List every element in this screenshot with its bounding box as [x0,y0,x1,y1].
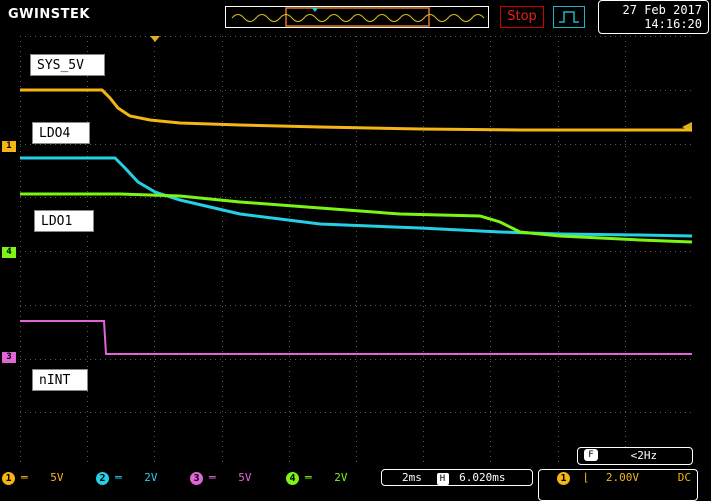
ch1-marker[interactable]: 1 [2,141,16,152]
brand-logo: GWINSTEK [8,7,90,22]
frequency-counter: F <2Hz [577,447,693,465]
trace-nint [20,320,692,355]
trigger-info[interactable]: 1 ⌊ 2.00V DC [538,469,698,501]
time-text: 14:16:20 [644,17,702,31]
square-wave-icon [559,11,579,23]
ch3-info[interactable]: 3 ═ 5V [190,469,252,486]
datetime-display: 27 Feb 2017 14:16:20 [598,0,709,34]
trace-label-ldo1: LDO1 [34,210,94,232]
waveform-grid [20,36,692,466]
trace-label-sys5v: SYS_5V [30,54,105,76]
freq-value: <2Hz [630,449,658,462]
ch1-info[interactable]: 1 ═ 5V [2,469,64,486]
run-stop-button[interactable]: Stop [500,6,544,28]
ch3-marker[interactable]: 3 [2,352,16,363]
h-position-icon: H [436,473,449,485]
trigger-source: 1 [557,472,570,485]
timebase-value: 2ms [402,471,422,484]
trigger-coupling: DC [677,471,691,484]
ch2-info[interactable]: 2 ═ 2V [96,469,158,486]
h-position-value: 6.020ms [459,471,506,484]
date-text: 27 Feb 2017 [622,3,702,17]
top-bar: GWINSTEK Stop 27 Feb 2017 14:16:20 [0,0,711,36]
overview-wave [231,7,485,27]
trigger-slope-icon: ⌊ [582,471,590,484]
trigger-level: 2.00V [605,471,639,484]
trace-label-nint: nINT [32,369,88,391]
trigger-mode-button[interactable] [553,6,585,28]
waveform-overview[interactable] [225,6,489,28]
ch4-marker[interactable]: 4 [2,247,16,258]
ch4-info[interactable]: 4 ═ 2V [286,469,348,486]
freq-label: F [584,449,598,461]
timebase-display[interactable]: 2ms H 6.020ms [381,469,533,486]
trace-label-ldo4: LDO4 [32,122,90,144]
